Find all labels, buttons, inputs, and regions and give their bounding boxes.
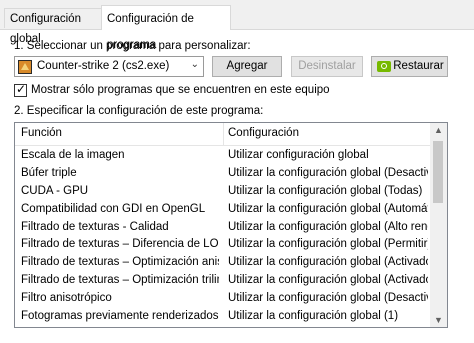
scroll-down-icon[interactable]: ▼ <box>434 315 443 325</box>
list-header: Función Configuración <box>15 123 431 146</box>
function-cell: Filtro anisotrópico <box>21 292 112 305</box>
function-cell: Filtrado de texturas – Diferencia de LOD… <box>21 238 219 251</box>
setting-cell[interactable]: Utilizar la configuración global (Alto r… <box>228 221 428 233</box>
table-row[interactable]: Escala de la imagen Utilizar configuració… <box>15 147 431 165</box>
tab-global-settings[interactable]: Configuración global <box>4 8 102 45</box>
add-button[interactable]: Agregar <box>212 56 282 77</box>
function-cell: Filtrado de texturas – Optimización anis… <box>21 256 219 269</box>
table-row[interactable]: Búfer triple Utilizar la configuración gl… <box>15 165 431 183</box>
function-cell: Compatibilidad con GDI en OpenGL <box>21 202 206 215</box>
settings-list[interactable]: Función Configuración Escala de la image… <box>14 122 448 328</box>
function-cell: Filtrado de texturas - Calidad <box>21 220 169 233</box>
restore-button-label: Restaurar <box>393 60 444 72</box>
restore-button[interactable]: Restaurar <box>371 56 448 77</box>
step1-label: 1. Seleccionar un programa para personal… <box>14 40 251 52</box>
table-row[interactable]: Filtrado de texturas – Optimización tril… <box>15 272 431 290</box>
uninstall-button[interactable]: Desinstalar <box>291 56 363 77</box>
setting-cell[interactable]: Utilizar la configuración global (Activa… <box>228 274 428 286</box>
column-header-setting[interactable]: Configuración <box>228 127 299 139</box>
column-header-function[interactable]: Función <box>21 127 62 139</box>
game-program-icon <box>18 60 32 74</box>
column-separator[interactable] <box>223 123 224 145</box>
show-only-label: Mostrar sólo programas que se encuentren… <box>31 84 330 96</box>
function-cell: Búfer triple <box>21 166 77 179</box>
setting-cell[interactable]: Utilizar la configuración global (Permit… <box>228 238 428 250</box>
table-row[interactable]: Fotogramas previamente renderizados pa..… <box>15 308 431 326</box>
scroll-up-icon[interactable]: ▲ <box>434 125 443 135</box>
tab-strip: Configuración global Configuración de pr… <box>0 0 474 51</box>
setting-cell[interactable]: Utilizar la configuración global (Desact… <box>228 292 428 304</box>
tab-divider <box>230 29 474 30</box>
function-cell: Filtrado de texturas – Optimización tril… <box>21 274 219 287</box>
setting-cell[interactable]: Utilizar configuración global <box>228 149 428 161</box>
table-row[interactable]: Filtrado de texturas - Calidad Utilizar l… <box>15 219 431 237</box>
function-cell: Fotogramas previamente renderizados pa..… <box>21 310 219 323</box>
scroll-thumb[interactable] <box>433 141 443 203</box>
table-row[interactable]: Filtro anisotrópico Utilizar la configura… <box>15 290 431 308</box>
nvidia-logo-icon <box>377 61 391 72</box>
setting-cell[interactable]: Utilizar la configuración global (Automá… <box>228 203 428 215</box>
list-rows: Escala de la imagen Utilizar configuració… <box>15 147 431 326</box>
tab-divider <box>0 29 102 30</box>
program-select-value: Counter-strike 2 (cs2.exe) <box>37 60 170 72</box>
table-row[interactable]: Filtrado de texturas – Diferencia de LOD… <box>15 236 431 254</box>
chevron-down-icon: ⌄ <box>190 59 199 70</box>
checkmark-icon: ✓ <box>16 82 27 96</box>
program-select[interactable]: Counter-strike 2 (cs2.exe) ⌄ <box>14 56 204 77</box>
setting-cell[interactable]: Utilizar la configuración global (Activa… <box>228 256 428 268</box>
table-row[interactable]: Compatibilidad con GDI en OpenGL Utilizar… <box>15 201 431 219</box>
vertical-scrollbar[interactable]: ▲ ▼ <box>430 123 447 327</box>
setting-cell[interactable]: Utilizar la configuración global (Desact… <box>228 167 428 179</box>
setting-cell[interactable]: Utilizar la configuración global (1) <box>228 310 428 322</box>
show-only-checkbox[interactable]: ✓ <box>14 82 27 97</box>
step2-label: 2. Especificar la configuración de este … <box>14 105 264 117</box>
table-row[interactable]: CUDA - GPU Utilizar la configuración glob… <box>15 183 431 201</box>
setting-cell[interactable]: Utilizar la configuración global (Todas) <box>228 185 428 197</box>
tab-program-settings[interactable]: Configuración de programa <box>101 5 231 51</box>
table-row[interactable]: Filtrado de texturas – Optimización anis… <box>15 254 431 272</box>
function-cell: Escala de la imagen <box>21 149 125 161</box>
function-cell: CUDA - GPU <box>21 184 89 197</box>
